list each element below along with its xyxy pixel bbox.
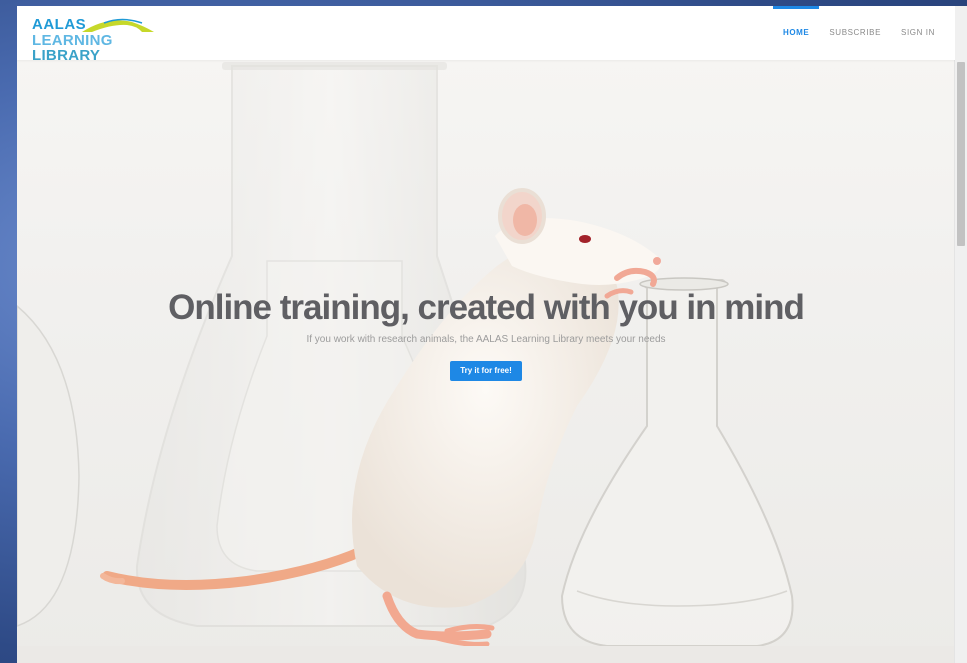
scrollbar-thumb[interactable] — [957, 62, 965, 246]
hero-subtitle: If you work with research animals, the A… — [306, 334, 666, 345]
vertical-scrollbar[interactable] — [954, 6, 967, 663]
main-nav: HOME SUBSCRIBE SIGN IN — [772, 6, 955, 60]
logo-text-library: LIBRARY — [32, 47, 101, 64]
nav-item-home[interactable]: HOME — [772, 6, 820, 60]
nav-item-subscribe[interactable]: SUBSCRIBE — [819, 6, 891, 60]
logo-swoosh-icon — [82, 18, 154, 32]
hero-title: Online training, created with you in min… — [168, 288, 805, 327]
site-header: AALAS LEARNING LIBRARY HOME SUBSCRIBE SI… — [17, 6, 955, 63]
browser-window: AALAS LEARNING LIBRARY HOME SUBSCRIBE SI… — [17, 6, 967, 663]
logo-text-learning-library: LEARNING LIBRARY — [32, 33, 157, 63]
try-for-free-button[interactable]: Try it for free! — [450, 361, 522, 381]
aalas-learning-library-logo[interactable]: AALAS LEARNING LIBRARY — [32, 14, 157, 63]
nav-item-sign-in[interactable]: SIGN IN — [891, 6, 955, 60]
logo-text-aalas: AALAS — [32, 16, 87, 33]
hero-section: AALAS LEARNING LIBRARY HOME SUBSCRIBE SI… — [17, 6, 955, 663]
hero-content: Online training, created with you in min… — [17, 288, 955, 381]
